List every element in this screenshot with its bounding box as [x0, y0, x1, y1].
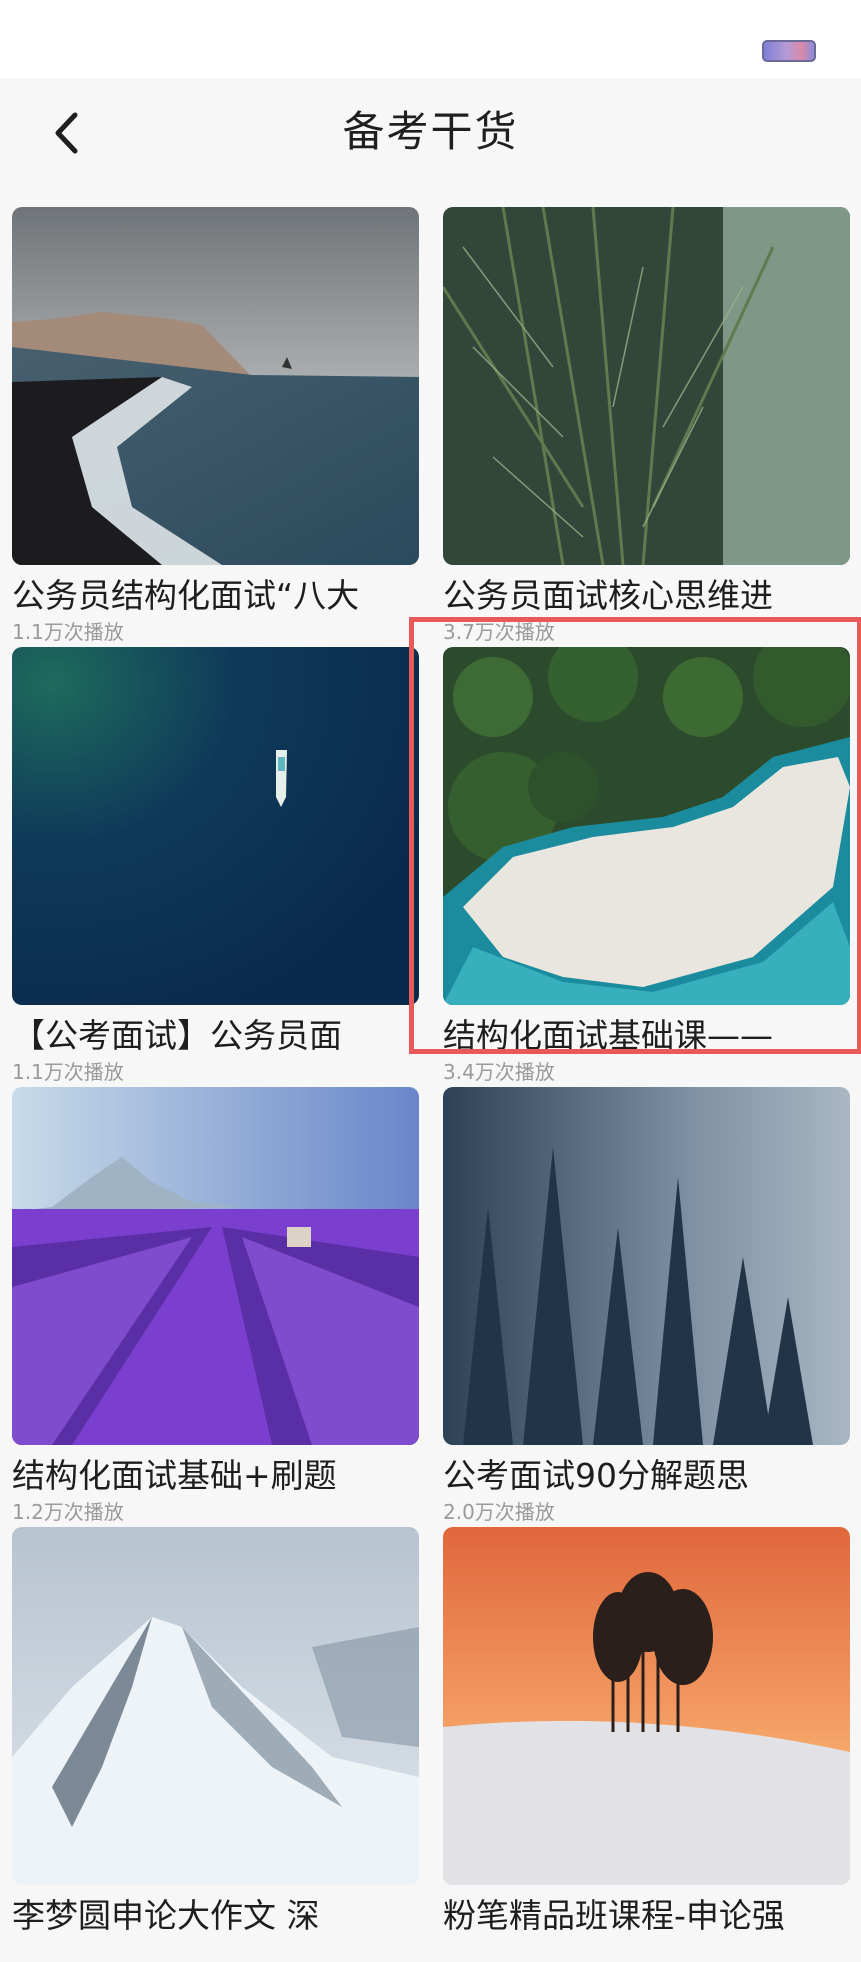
- play-count: 2.0万次播放: [443, 1500, 555, 1524]
- video-title: 【公考面试】公务员面: [12, 1016, 342, 1055]
- video-title: 公务员面试核心思维进: [443, 576, 773, 615]
- battery-icon: [762, 40, 816, 62]
- video-thumbnail[interactable]: [443, 1527, 850, 1885]
- video-card[interactable]: 【公考面试】公务员面 1.1万次播放: [12, 647, 419, 1084]
- video-card[interactable]: 公考面试90分解题思 2.0万次播放: [443, 1087, 850, 1524]
- play-count: 3.7万次播放: [443, 620, 555, 644]
- video-card[interactable]: 结构化面试基础课—— 3.4万次播放: [443, 647, 850, 1084]
- video-thumbnail[interactable]: [12, 1527, 419, 1885]
- video-thumbnail[interactable]: [12, 1087, 419, 1445]
- video-title: 结构化面试基础课——: [443, 1016, 773, 1055]
- video-thumbnail[interactable]: [443, 647, 850, 1005]
- video-thumbnail[interactable]: [12, 647, 419, 1005]
- page-title: 备考干货: [342, 107, 519, 156]
- video-thumbnail[interactable]: [12, 207, 419, 565]
- video-title: 李梦圆申论大作文 深: [12, 1896, 320, 1935]
- video-title: 公考面试90分解题思: [443, 1456, 749, 1495]
- video-thumbnail[interactable]: [443, 207, 850, 565]
- play-count: 1.1万次播放: [12, 1060, 124, 1084]
- video-card[interactable]: 李梦圆申论大作文 深: [12, 1527, 419, 1962]
- status-bar: [0, 0, 861, 78]
- video-card[interactable]: 结构化面试基础+刷题 1.2万次播放: [12, 1087, 419, 1524]
- play-count: 3.4万次播放: [443, 1060, 555, 1084]
- play-count: 1.2万次播放: [12, 1500, 124, 1524]
- video-thumbnail[interactable]: [443, 1087, 850, 1445]
- video-card[interactable]: 公务员面试核心思维进 3.7万次播放: [443, 207, 850, 644]
- header: 备考干货: [0, 78, 861, 190]
- video-title: 结构化面试基础+刷题: [12, 1456, 337, 1495]
- video-title: 公务员结构化面试“八大: [12, 576, 360, 615]
- video-title: 粉笔精品班课程-申论强: [443, 1896, 785, 1935]
- video-card[interactable]: 粉笔精品班课程-申论强: [443, 1527, 850, 1962]
- play-count: 1.1万次播放: [12, 620, 124, 644]
- video-card[interactable]: 公务员结构化面试“八大 1.1万次播放: [12, 207, 419, 644]
